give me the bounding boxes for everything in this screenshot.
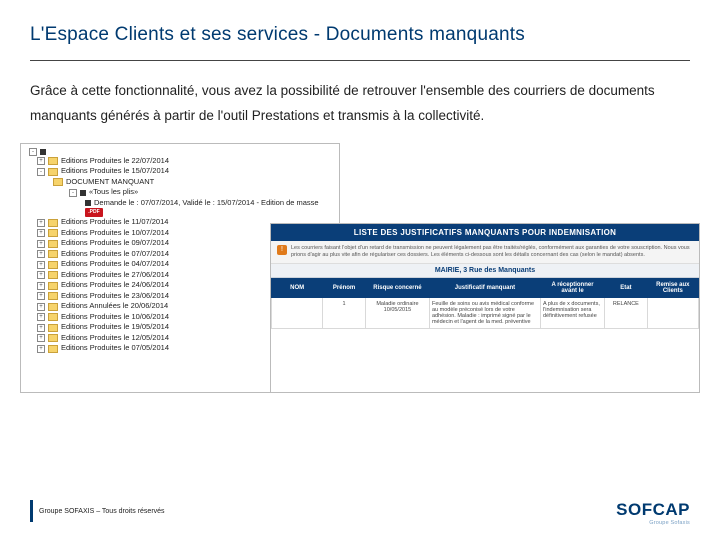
expand-icon[interactable]: + — [37, 303, 45, 311]
folder-icon — [48, 345, 58, 353]
folder-icon — [48, 157, 58, 165]
tree-row[interactable]: Demande le : 07/07/2014, Validé le : 15/… — [29, 198, 335, 209]
node-icon — [85, 200, 91, 206]
folder-icon — [48, 261, 58, 269]
justificatifs-panel: LISTE DES JUSTIFICATIFS MANQUANTS POUR I… — [270, 223, 700, 393]
tree-label: Editions Produites le 10/06/2014 — [61, 312, 169, 323]
expand-icon[interactable]: + — [37, 261, 45, 269]
tree-label: Editions Produites le 07/05/2014 — [61, 343, 169, 354]
folder-icon — [48, 303, 58, 311]
cell-etat: RELANCE — [605, 298, 648, 329]
column-header: Etat — [605, 279, 648, 298]
tree-label: Editions Produites le 24/06/2014 — [61, 280, 169, 291]
tree-label: Editions Produites le 27/06/2014 — [61, 270, 169, 281]
folder-icon — [48, 282, 58, 290]
expand-icon[interactable]: + — [37, 313, 45, 321]
tree-row[interactable]: + Editions Produites le 22/07/2014 — [29, 156, 335, 167]
table-row: 1Maladie ordinaire 10/05/2015Feuille de … — [272, 298, 699, 329]
tree-label: Editions Produites le 11/07/2014 — [61, 217, 168, 228]
warning-bar: ! Les courriers faisant l'objet d'un ret… — [271, 241, 699, 264]
warning-text: Les courriers faisant l'objet d'un retar… — [291, 245, 693, 259]
node-icon — [80, 190, 86, 196]
column-header: Justificatif manquant — [429, 279, 540, 298]
expand-icon[interactable]: + — [37, 292, 45, 300]
expand-icon[interactable]: + — [37, 271, 45, 279]
expand-icon[interactable]: + — [37, 324, 45, 332]
cell-remise — [647, 298, 698, 329]
tree-row[interactable]: DOCUMENT MANQUANT — [29, 177, 335, 188]
folder-icon — [48, 229, 58, 237]
folder-icon — [48, 240, 58, 248]
collapse-icon[interactable]: - — [37, 168, 45, 176]
expand-icon[interactable]: + — [37, 157, 45, 165]
tree-label: Editions Produites le 07/07/2014 — [61, 249, 169, 260]
folder-icon — [48, 313, 58, 321]
folder-icon — [48, 334, 58, 342]
panels: -+Editions Produites le 22/07/2014-Editi… — [30, 143, 690, 413]
page-title: L'Espace Clients et ses services - Docum… — [30, 24, 690, 46]
expand-icon[interactable]: + — [37, 334, 45, 342]
tree-label: Editions Annulées le 20/06/2014 — [61, 301, 168, 312]
list-subheader: MAIRIE, 3 Rue des Manquants — [271, 264, 699, 278]
expand-icon[interactable]: + — [37, 282, 45, 290]
tree-label: Editions Produites le 19/05/2014 — [61, 322, 169, 333]
tree-label: DOCUMENT MANQUANT — [66, 177, 154, 188]
tree-label: Editions Produites le 23/06/2014 — [61, 291, 169, 302]
expand-icon[interactable]: + — [37, 229, 45, 237]
tree-label: Editions Produites le 10/07/2014 — [61, 228, 169, 239]
expand-icon[interactable]: + — [37, 240, 45, 248]
cell-recep: A plus de x documents, l'indemnisation s… — [540, 298, 604, 329]
cell-nom — [272, 298, 323, 329]
column-header: NOM — [272, 279, 323, 298]
column-header: A réceptionner avant le — [540, 279, 604, 298]
tree-row[interactable]: .PDF — [29, 208, 335, 217]
collapse-icon[interactable]: - — [29, 148, 37, 156]
expand-icon[interactable]: + — [37, 345, 45, 353]
folder-icon — [48, 324, 58, 332]
folder-icon — [48, 250, 58, 258]
tree-label: Editions Produites le 15/07/2014 — [61, 166, 169, 177]
body-text: Grâce à cette fonctionnalité, vous avez … — [30, 79, 690, 129]
cell-justif: Feuille de soins ou avis médical conform… — [429, 298, 540, 329]
justificatifs-table: NOMPrénomRisque concernéJustificatif man… — [271, 278, 699, 329]
cell-risque: Maladie ordinaire 10/05/2015 — [365, 298, 429, 329]
folder-icon — [48, 292, 58, 300]
brand-main: SOFCAP — [616, 500, 690, 520]
tree-row[interactable]: - «Tous les plis» — [29, 187, 335, 198]
tree-label: Editions Produites le 22/07/2014 — [61, 156, 169, 167]
folder-icon — [48, 219, 58, 227]
pdf-icon: .PDF — [85, 208, 103, 217]
tree-label: Editions Produites le 12/05/2014 — [61, 333, 169, 344]
tree-label: Demande le : 07/07/2014, Validé le : 15/… — [94, 198, 319, 209]
column-header: Prénom — [323, 279, 366, 298]
tree-label: «Tous les plis» — [89, 187, 138, 198]
tree-row[interactable]: - Editions Produites le 15/07/2014 — [29, 166, 335, 177]
column-header: Remise aux Clients — [647, 279, 698, 298]
cell-prenom: 1 — [323, 298, 366, 329]
node-icon — [40, 149, 46, 155]
folder-icon — [48, 168, 58, 176]
list-header: LISTE DES JUSTIFICATIFS MANQUANTS POUR I… — [271, 224, 699, 241]
collapse-icon[interactable]: - — [69, 189, 77, 197]
warning-icon: ! — [277, 245, 287, 255]
footer-accent — [30, 500, 33, 522]
tree-row[interactable]: - — [29, 148, 335, 156]
tree-label: Editions Produites le 09/07/2014 — [61, 238, 169, 249]
expand-icon[interactable]: + — [37, 250, 45, 258]
brand-sub: Groupe Sofaxis — [616, 520, 690, 526]
brand: SOFCAP Groupe Sofaxis — [616, 500, 690, 526]
folder-icon — [53, 178, 63, 186]
divider — [30, 60, 690, 61]
folder-icon — [48, 271, 58, 279]
tree-label: Editions Produites le 04/07/2014 — [61, 259, 169, 270]
footer-text: Groupe SOFAXIS – Tous droits réservés — [39, 508, 165, 515]
expand-icon[interactable]: + — [37, 219, 45, 227]
footer: Groupe SOFAXIS – Tous droits réservés — [30, 500, 165, 522]
column-header: Risque concerné — [365, 279, 429, 298]
